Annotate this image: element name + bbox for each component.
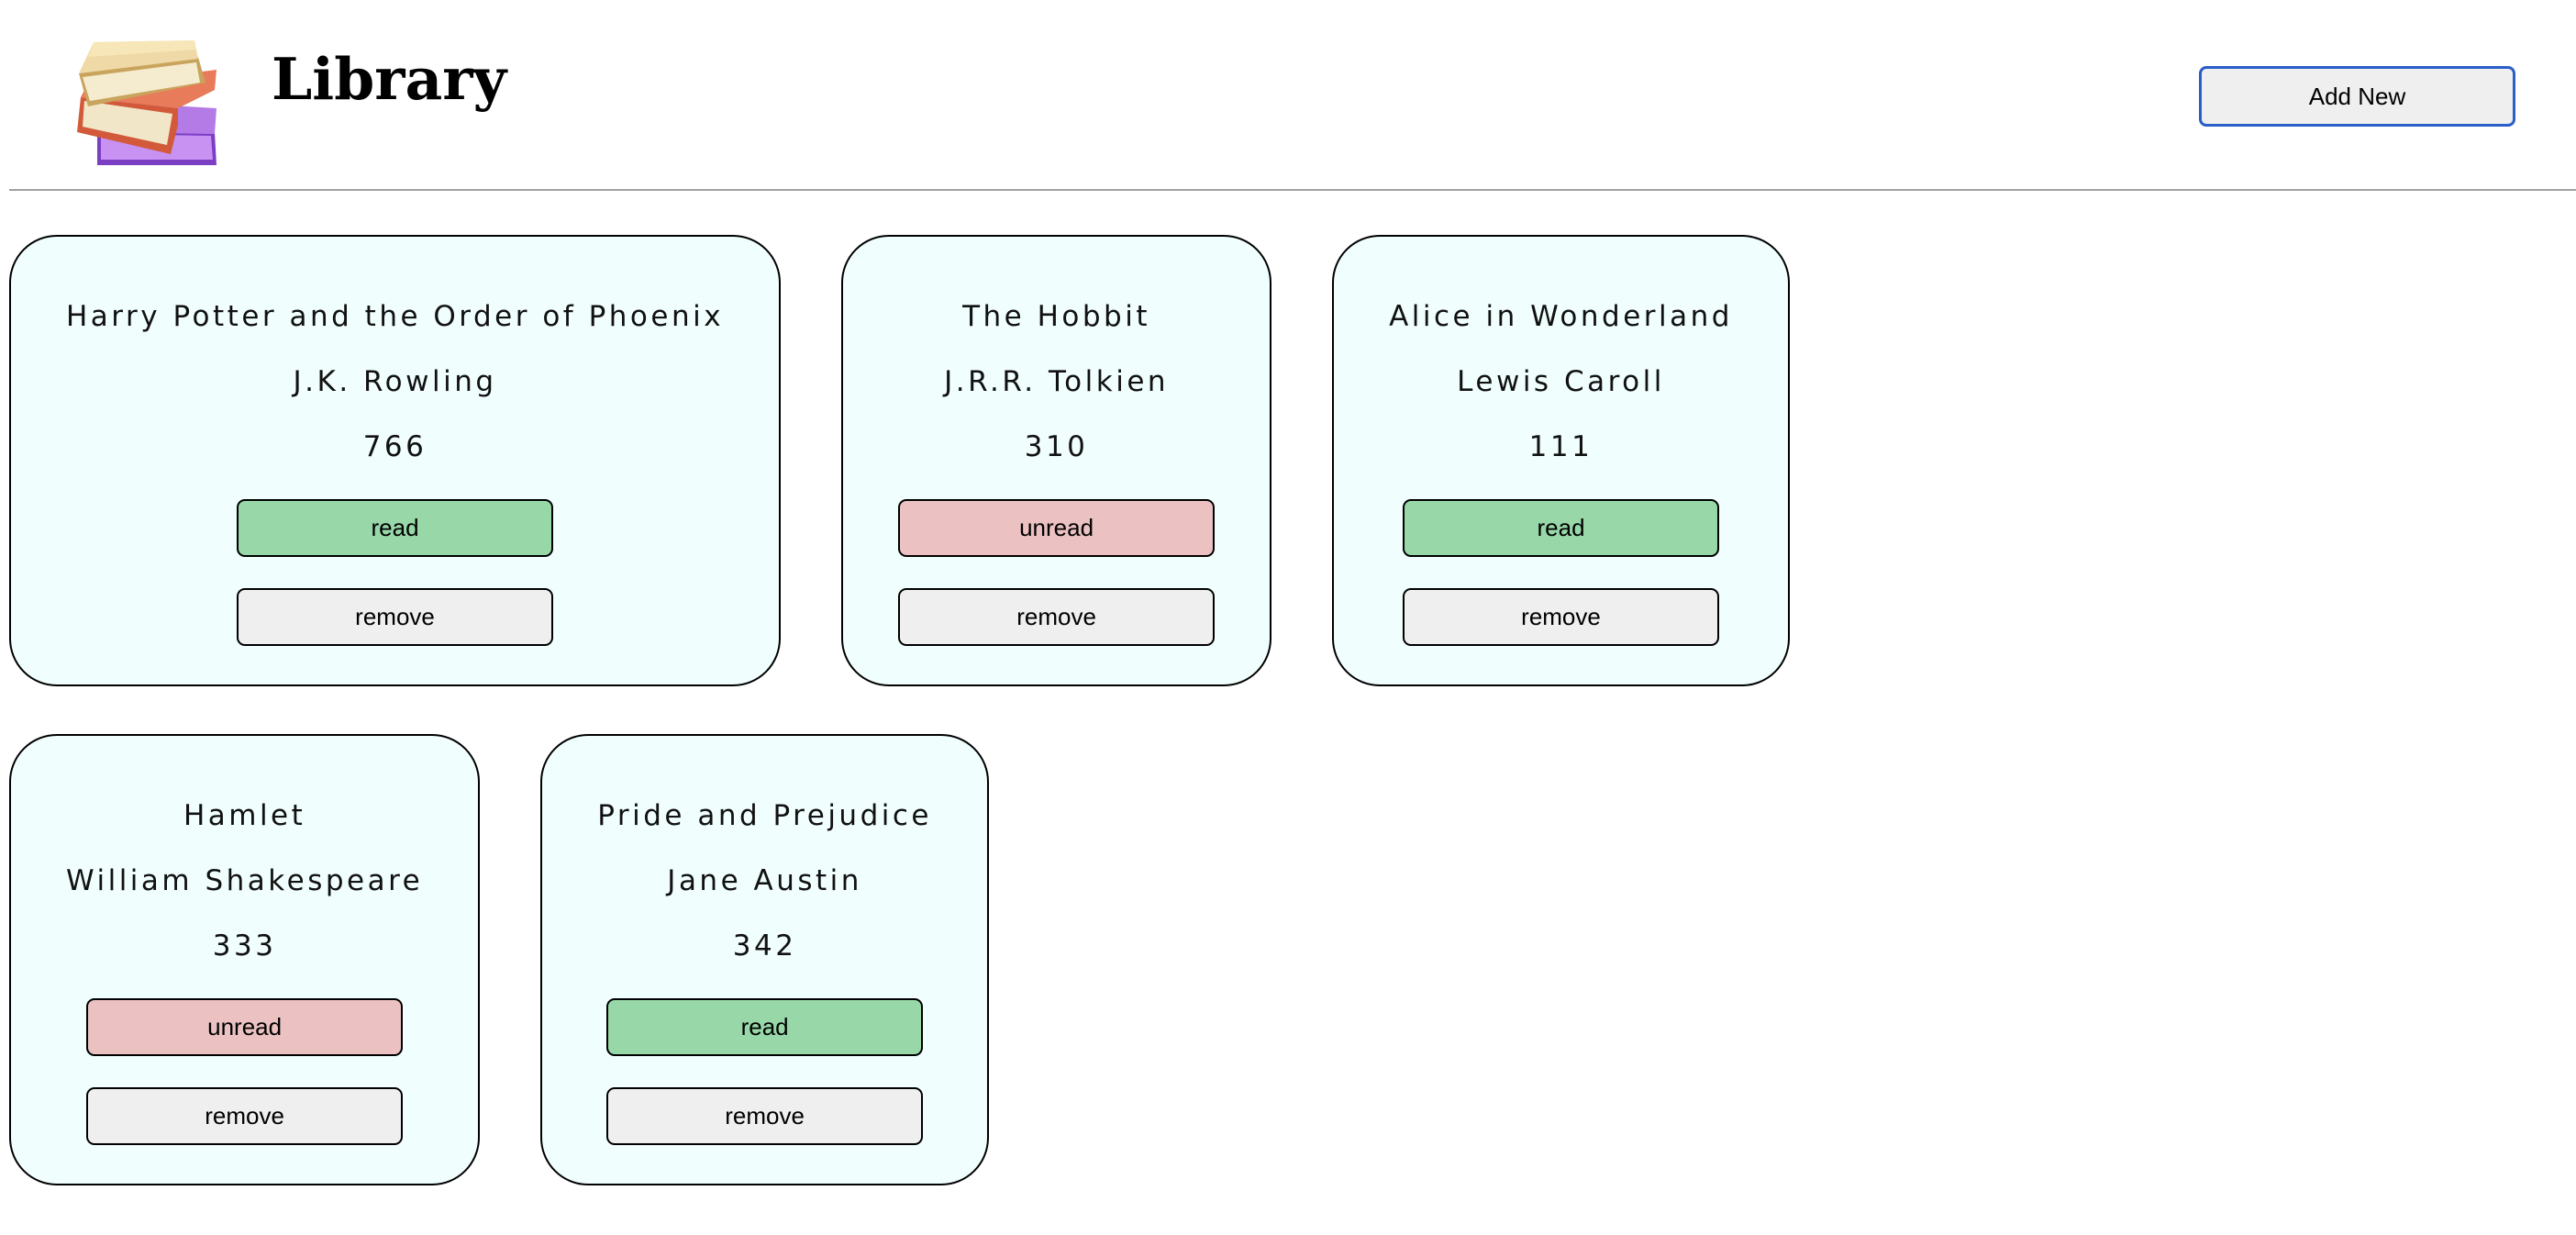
remove-button[interactable]: remove [1403,588,1720,646]
book-pages: 766 [362,430,427,463]
page-title: Library [272,45,507,113]
header-divider [9,189,2576,191]
book-pages: 310 [1024,430,1089,463]
book-pages: 111 [1528,430,1593,463]
header: Library Add New [0,0,2576,189]
book-pages: 333 [212,929,277,962]
book-author: J.R.R. Tolkien [944,365,1170,398]
book-list: Harry Potter and the Order of Phoenix J.K… [9,235,2211,1185]
read-status-toggle-button[interactable]: read [1403,499,1720,557]
book-card: Hamlet William Shakespeare 333 unread remove [9,734,481,1185]
remove-button[interactable]: remove [86,1087,404,1145]
read-status-toggle-button[interactable]: unread [898,499,1216,557]
book-card: Pride and Prejudice Jane Austin 342 read rem… [540,734,989,1185]
book-pages: 342 [732,929,797,962]
read-status-toggle-button[interactable]: read [606,998,924,1056]
book-title: Alice in Wonderland [1389,300,1733,333]
book-author: Jane Austin [667,864,862,897]
book-card: Harry Potter and the Order of Phoenix J.K… [9,235,782,686]
book-card: Alice in Wonderland Lewis Caroll 111 read re… [1332,235,1790,686]
remove-button[interactable]: remove [237,588,554,646]
book-author: J.K. Rowling [293,365,497,398]
book-author: William Shakespeare [66,864,424,897]
book-title: Harry Potter and the Order of Phoenix [66,300,725,333]
read-status-toggle-button[interactable]: unread [86,998,404,1056]
book-card: The Hobbit J.R.R. Tolkien 310 unread remove [841,235,1272,686]
book-title: The Hobbit [962,300,1151,333]
book-title: Hamlet [183,799,306,832]
books-stack-icon [70,37,226,174]
remove-button[interactable]: remove [606,1087,924,1145]
remove-button[interactable]: remove [898,588,1216,646]
book-author: Lewis Caroll [1457,365,1665,398]
book-title: Pride and Prejudice [597,799,932,832]
add-new-button[interactable]: Add New [2199,66,2515,127]
read-status-toggle-button[interactable]: read [237,499,554,557]
